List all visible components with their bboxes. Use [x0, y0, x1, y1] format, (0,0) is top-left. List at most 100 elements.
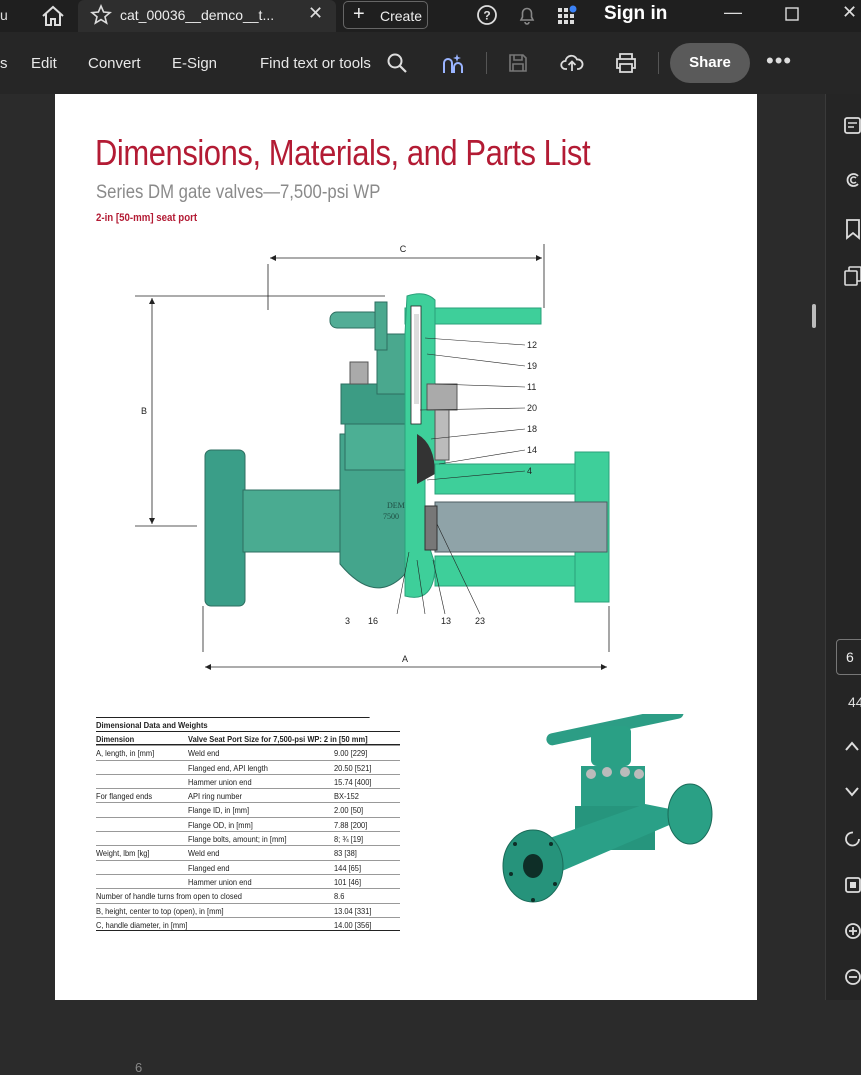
page-count: 44 — [848, 694, 861, 710]
table-cell: A, length, in [mm] — [96, 748, 155, 759]
body-marking-brand: DEM — [387, 501, 405, 510]
table-row: Number of handle turns from open to clos… — [96, 888, 400, 902]
table-row: Flanged end, API length 20.50 [521] — [96, 759, 400, 774]
callout-12: 12 — [527, 340, 537, 350]
table-row: B, height, center to top (open), in [mm]… — [96, 902, 400, 917]
chevron-down-icon[interactable] — [844, 786, 860, 798]
page-subtitle: Series DM gate valves—7,500-psi WP — [96, 182, 381, 203]
callout-13: 13 — [441, 616, 451, 626]
title-bar: u cat_00036__demco__t... ✕ + Create ? Si… — [0, 0, 861, 32]
table-header-dimension: Dimension — [96, 734, 135, 744]
callout-18: 18 — [527, 424, 537, 434]
current-page-input[interactable]: 6 — [836, 639, 861, 675]
valve-cross-section-diagram: C B A 12 19 11 20 18 14 4 3 16 13 23 DEM… — [135, 244, 610, 670]
plus-icon: + — [353, 3, 365, 25]
table-row: Flange ID, in [mm] 2.00 [50] — [96, 802, 400, 816]
print-icon[interactable] — [614, 52, 638, 74]
menu-convert[interactable]: Convert — [88, 55, 141, 72]
vertical-scrollbar[interactable] — [812, 304, 816, 328]
table-cell: 14.00 [356] — [334, 919, 372, 930]
table-cell: Flanged end, API length — [188, 762, 268, 773]
tab-title: cat_00036__demco__t... — [120, 7, 275, 23]
create-button-label: Create — [380, 8, 423, 24]
table-cell: C, handle diameter, in [mm] — [96, 919, 188, 930]
sign-in-button[interactable]: Sign in — [604, 3, 667, 25]
table-cell: B, height, center to top (open), in [mm] — [96, 905, 224, 916]
cloud-upload-icon[interactable] — [560, 51, 584, 75]
toolbar-separator — [486, 52, 487, 74]
attachments-icon[interactable] — [844, 170, 861, 190]
table-cell: BX-152 — [334, 791, 359, 802]
ai-assistant-icon[interactable] — [440, 51, 466, 77]
table-row: Weight, lbm [kg] Weld end 83 [38] — [96, 845, 400, 859]
toolbar-separator — [658, 52, 659, 74]
app-toolbar: s Edit Convert E-Sign Find text or tools… — [0, 32, 861, 94]
home-icon[interactable] — [40, 4, 66, 28]
callout-20: 20 — [527, 403, 537, 413]
table-row: Hammer union end 15.74 [400] — [96, 773, 400, 788]
table-row: Hammer union end 101 [46] — [96, 873, 400, 888]
table-cell: For flanged ends — [96, 791, 153, 802]
rotate-icon[interactable] — [844, 830, 861, 848]
help-icon[interactable]: ? — [476, 4, 498, 26]
table-cell: 101 [46] — [334, 876, 362, 887]
callout-3: 3 — [345, 616, 350, 626]
search-icon[interactable] — [386, 52, 408, 74]
table-cell: 13.04 [331] — [334, 905, 372, 916]
fit-page-icon[interactable] — [844, 876, 861, 894]
clipped-tab-text: u — [0, 7, 8, 23]
table-cell: 20.50 [521] — [334, 762, 372, 773]
zoom-out-icon[interactable] — [844, 968, 861, 986]
pdf-page: Dimensions, Materials, and Parts List Se… — [55, 94, 757, 1075]
create-button[interactable]: + Create — [343, 1, 428, 29]
table-cell: 83 [38] — [334, 848, 357, 859]
table-row: C, handle diameter, in [mm] 14.00 [356] — [96, 916, 400, 932]
table-header-size: Valve Seat Port Size for 7,500-psi WP: 2… — [188, 734, 368, 744]
share-button[interactable]: Share — [670, 43, 750, 83]
maximize-icon[interactable] — [784, 6, 800, 22]
comment-panel-icon[interactable] — [844, 116, 861, 136]
minimize-icon[interactable]: — — [724, 2, 742, 23]
body-marking-pressure: 7500 — [383, 512, 399, 521]
section-heading: 2-in [50-mm] seat port — [96, 212, 198, 224]
callout-11: 11 — [527, 382, 536, 392]
apps-grid-icon[interactable] — [556, 4, 580, 28]
table-row: Flanged end 144 [65] — [96, 859, 400, 874]
clipped-menu-text: s — [0, 55, 8, 72]
menu-edit[interactable]: Edit — [31, 55, 57, 72]
document-tab[interactable]: cat_00036__demco__t... ✕ — [78, 0, 336, 32]
save-icon[interactable] — [507, 52, 529, 74]
more-options-icon[interactable]: ••• — [766, 48, 792, 74]
find-text-or-tools-button[interactable]: Find text or tools — [260, 55, 371, 72]
table-cell: 2.00 [50] — [334, 805, 364, 816]
table-cell: 8; ¾ [19] — [334, 834, 364, 845]
table-header-row: Dimension Valve Seat Port Size for 7,500… — [96, 731, 400, 746]
table-cell: Flange bolts, amount; in [mm] — [188, 834, 287, 845]
close-window-icon[interactable]: ✕ — [842, 2, 857, 23]
page-number: 6 — [135, 1060, 143, 1075]
zoom-in-icon[interactable] — [844, 922, 861, 940]
dimensional-data-table: Dimensional Data and Weights Dimension V… — [96, 717, 400, 932]
document-viewer[interactable]: Dimensions, Materials, and Parts List Se… — [0, 94, 825, 1075]
bookmark-icon[interactable] — [844, 218, 861, 240]
table-cell: Flange OD, in [mm] — [188, 819, 253, 830]
table-cell: Flanged end — [188, 862, 230, 873]
right-tools-panel: 6 44 — [825, 94, 861, 1000]
valve-product-photo — [502, 714, 713, 903]
star-icon[interactable] — [90, 4, 112, 26]
table-cell: Weld end — [188, 848, 220, 859]
table-cell: Weld end — [188, 748, 220, 759]
table-cell: Weight, lbm [kg] — [96, 848, 150, 859]
table-row: For flanged ends API ring number BX-152 — [96, 788, 400, 802]
callout-16: 16 — [368, 616, 378, 626]
chevron-up-icon[interactable] — [844, 740, 860, 752]
table-cell: 8.6 — [334, 891, 345, 902]
bell-icon[interactable] — [516, 4, 538, 26]
pages-thumbnail-icon[interactable] — [844, 266, 861, 286]
callout-14: 14 — [527, 445, 537, 455]
table-cell: 15.74 [400] — [334, 776, 372, 787]
table-cell: API ring number — [188, 791, 243, 802]
table-row: Flange bolts, amount; in [mm] 8; ¾ [19] — [96, 831, 400, 845]
close-tab-icon[interactable]: ✕ — [308, 3, 323, 24]
menu-esign[interactable]: E-Sign — [172, 55, 217, 72]
